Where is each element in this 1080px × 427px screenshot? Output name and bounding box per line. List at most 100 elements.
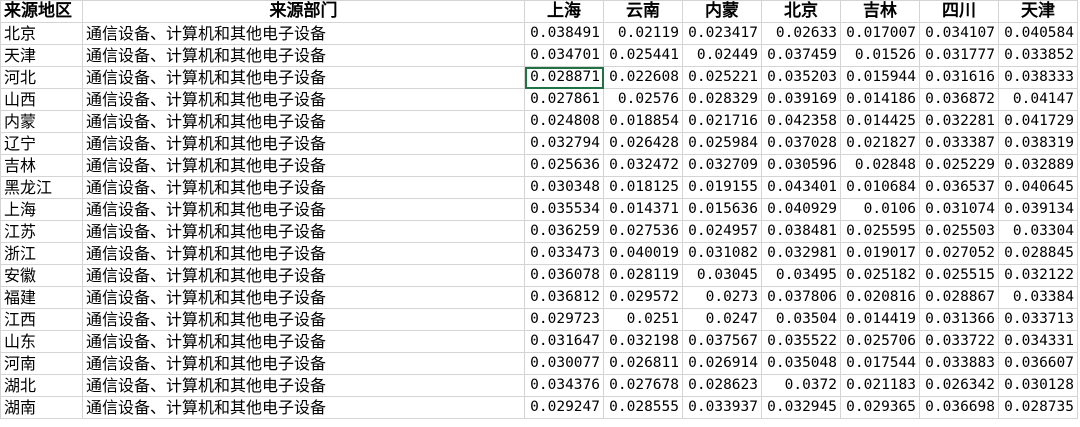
value-cell[interactable]: 0.014419 xyxy=(840,308,920,331)
value-cell[interactable]: 0.043401 xyxy=(761,176,841,199)
value-cell[interactable]: 0.036698 xyxy=(919,396,999,419)
value-cell[interactable]: 0.025221 xyxy=(682,66,762,89)
value-cell[interactable]: 0.025706 xyxy=(840,330,920,353)
value-cell[interactable]: 0.036607 xyxy=(998,352,1078,375)
value-cell[interactable]: 0.02633 xyxy=(761,22,841,45)
value-cell[interactable]: 0.038319 xyxy=(998,132,1078,155)
value-cell[interactable]: 0.036812 xyxy=(524,286,604,309)
value-cell[interactable]: 0.030128 xyxy=(998,374,1078,397)
value-cell[interactable]: 0.036259 xyxy=(524,220,604,243)
value-cell[interactable]: 0.0106 xyxy=(840,198,920,221)
value-cell[interactable]: 0.03504 xyxy=(761,308,841,331)
department-cell[interactable]: 通信设备、计算机和其他电子设备 xyxy=(82,242,525,265)
value-cell[interactable]: 0.0273 xyxy=(682,286,762,309)
department-cell[interactable]: 通信设备、计算机和其他电子设备 xyxy=(82,286,525,309)
column-header[interactable]: 来源部门 xyxy=(82,0,525,23)
value-cell[interactable]: 0.034331 xyxy=(998,330,1078,353)
department-cell[interactable]: 通信设备、计算机和其他电子设备 xyxy=(82,132,525,155)
value-cell[interactable]: 0.032472 xyxy=(603,154,683,177)
value-cell[interactable]: 0.040019 xyxy=(603,242,683,265)
column-header[interactable]: 吉林 xyxy=(840,0,920,23)
value-cell[interactable]: 0.025984 xyxy=(682,132,762,155)
value-cell[interactable]: 0.032709 xyxy=(682,154,762,177)
department-cell[interactable]: 通信设备、计算机和其他电子设备 xyxy=(82,110,525,133)
department-cell[interactable]: 通信设备、计算机和其他电子设备 xyxy=(82,154,525,177)
value-cell[interactable]: 0.024808 xyxy=(524,110,604,133)
column-header[interactable]: 内蒙 xyxy=(682,0,762,23)
value-cell[interactable]: 0.027678 xyxy=(603,374,683,397)
region-cell[interactable]: 吉林 xyxy=(0,154,83,177)
region-cell[interactable]: 辽宁 xyxy=(0,132,83,155)
region-cell[interactable]: 河北 xyxy=(0,66,83,89)
column-header[interactable]: 云南 xyxy=(603,0,683,23)
region-cell[interactable]: 湖北 xyxy=(0,374,83,397)
region-cell[interactable]: 湖南 xyxy=(0,396,83,419)
column-header[interactable]: 四川 xyxy=(919,0,999,23)
value-cell[interactable]: 0.037459 xyxy=(761,44,841,67)
value-cell[interactable]: 0.023417 xyxy=(682,22,762,45)
value-cell[interactable]: 0.02119 xyxy=(603,22,683,45)
value-cell[interactable]: 0.028623 xyxy=(682,374,762,397)
value-cell[interactable]: 0.036537 xyxy=(919,176,999,199)
region-cell[interactable]: 江苏 xyxy=(0,220,83,243)
value-cell[interactable]: 0.031366 xyxy=(919,308,999,331)
value-cell[interactable]: 0.02449 xyxy=(682,44,762,67)
value-cell[interactable]: 0.024957 xyxy=(682,220,762,243)
region-cell[interactable]: 河南 xyxy=(0,352,83,375)
value-cell[interactable]: 0.031074 xyxy=(919,198,999,221)
value-cell[interactable]: 0.028555 xyxy=(603,396,683,419)
column-header[interactable]: 天津 xyxy=(998,0,1078,23)
value-cell[interactable]: 0.029723 xyxy=(524,308,604,331)
value-cell[interactable]: 0.032981 xyxy=(761,242,841,265)
value-cell[interactable]: 0.031616 xyxy=(919,66,999,89)
value-cell[interactable]: 0.036078 xyxy=(524,264,604,287)
selected-value-cell[interactable]: 0.028871 xyxy=(524,66,604,89)
value-cell[interactable]: 0.033937 xyxy=(682,396,762,419)
column-header[interactable]: 上海 xyxy=(524,0,604,23)
value-cell[interactable]: 0.015944 xyxy=(840,66,920,89)
department-cell[interactable]: 通信设备、计算机和其他电子设备 xyxy=(82,198,525,221)
value-cell[interactable]: 0.033713 xyxy=(998,308,1078,331)
value-cell[interactable]: 0.037806 xyxy=(761,286,841,309)
value-cell[interactable]: 0.037567 xyxy=(682,330,762,353)
value-cell[interactable]: 0.03304 xyxy=(998,220,1078,243)
value-cell[interactable]: 0.026914 xyxy=(682,352,762,375)
value-cell[interactable]: 0.025595 xyxy=(840,220,920,243)
value-cell[interactable]: 0.034107 xyxy=(919,22,999,45)
value-cell[interactable]: 0.035522 xyxy=(761,330,841,353)
value-cell[interactable]: 0.015636 xyxy=(682,198,762,221)
column-header[interactable]: 北京 xyxy=(761,0,841,23)
region-cell[interactable]: 上海 xyxy=(0,198,83,221)
value-cell[interactable]: 0.032122 xyxy=(998,264,1078,287)
region-cell[interactable]: 浙江 xyxy=(0,242,83,265)
department-cell[interactable]: 通信设备、计算机和其他电子设备 xyxy=(82,220,525,243)
value-cell[interactable]: 0.034701 xyxy=(524,44,604,67)
value-cell[interactable]: 0.039169 xyxy=(761,88,841,111)
region-cell[interactable]: 山西 xyxy=(0,88,83,111)
value-cell[interactable]: 0.031647 xyxy=(524,330,604,353)
value-cell[interactable]: 0.010684 xyxy=(840,176,920,199)
value-cell[interactable]: 0.033722 xyxy=(919,330,999,353)
value-cell[interactable]: 0.026428 xyxy=(603,132,683,155)
department-cell[interactable]: 通信设备、计算机和其他电子设备 xyxy=(82,22,525,45)
value-cell[interactable]: 0.035048 xyxy=(761,352,841,375)
region-cell[interactable]: 内蒙 xyxy=(0,110,83,133)
value-cell[interactable]: 0.028735 xyxy=(998,396,1078,419)
value-cell[interactable]: 0.032794 xyxy=(524,132,604,155)
value-cell[interactable]: 0.025229 xyxy=(919,154,999,177)
value-cell[interactable]: 0.040584 xyxy=(998,22,1078,45)
value-cell[interactable]: 0.038491 xyxy=(524,22,604,45)
region-cell[interactable]: 天津 xyxy=(0,44,83,67)
region-cell[interactable]: 安徽 xyxy=(0,264,83,287)
department-cell[interactable]: 通信设备、计算机和其他电子设备 xyxy=(82,308,525,331)
value-cell[interactable]: 0.034376 xyxy=(524,374,604,397)
value-cell[interactable]: 0.014371 xyxy=(603,198,683,221)
value-cell[interactable]: 0.029572 xyxy=(603,286,683,309)
value-cell[interactable]: 0.019017 xyxy=(840,242,920,265)
value-cell[interactable]: 0.028119 xyxy=(603,264,683,287)
value-cell[interactable]: 0.040645 xyxy=(998,176,1078,199)
value-cell[interactable]: 0.028867 xyxy=(919,286,999,309)
value-cell[interactable]: 0.03495 xyxy=(761,264,841,287)
value-cell[interactable]: 0.022608 xyxy=(603,66,683,89)
column-header[interactable]: 来源地区 xyxy=(0,0,83,23)
